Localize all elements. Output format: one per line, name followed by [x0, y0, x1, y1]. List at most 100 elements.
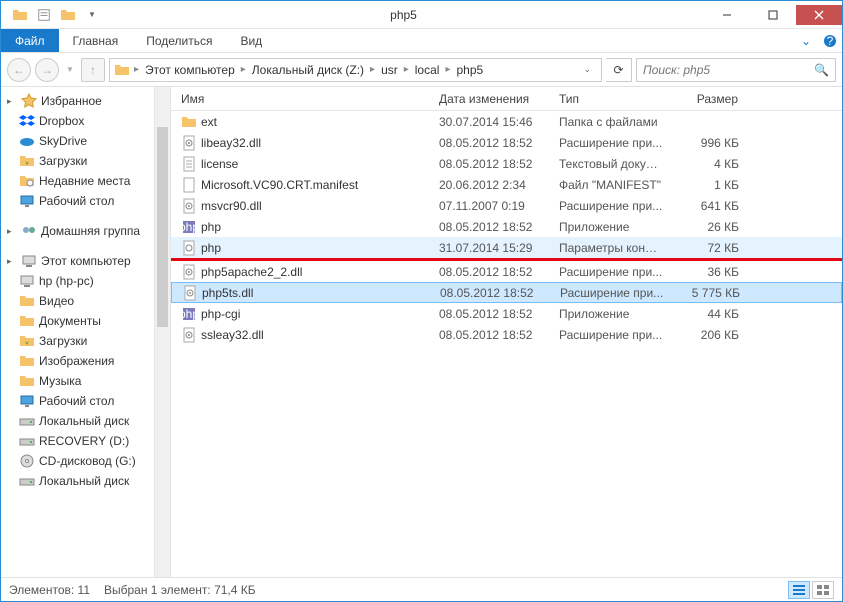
pc-icon [21, 253, 37, 269]
breadcrumb[interactable]: Этот компьютер [141, 63, 239, 77]
search-input[interactable] [643, 63, 814, 77]
ribbon-collapse-icon[interactable]: ⌄ [794, 29, 818, 52]
php-icon: php [181, 306, 197, 322]
address-bar[interactable]: ▸ Этот компьютер ▸ Локальный диск (Z:) ▸… [109, 58, 602, 82]
nav-label: Dropbox [39, 114, 84, 128]
file-size: 641 КБ [671, 199, 747, 213]
expand-icon[interactable]: ▸ [7, 226, 17, 237]
column-date[interactable]: Дата изменения [431, 92, 551, 106]
back-button[interactable]: ← [7, 58, 31, 82]
thumbnails-view-icon[interactable] [812, 581, 834, 599]
title-bar: ▼ php5 [1, 1, 842, 29]
details-view-icon[interactable] [788, 581, 810, 599]
column-size[interactable]: Размер [671, 92, 747, 106]
nav-label: Загрузки [39, 334, 87, 348]
nav-item[interactable]: Документы [1, 311, 170, 331]
file-type: Расширение при... [552, 286, 672, 300]
up-button[interactable]: ↑ [81, 58, 105, 82]
file-name: php [201, 241, 221, 255]
breadcrumb[interactable]: php5 [452, 63, 487, 77]
breadcrumb[interactable]: local [411, 63, 444, 77]
new-folder-icon[interactable] [57, 4, 79, 26]
nav-label: CD-дисковод (G:) [39, 454, 136, 468]
file-row[interactable]: msvcr90.dll07.11.2007 0:19Расширение при… [171, 195, 842, 216]
file-list-pane: Имя Дата изменения Тип Размер ext30.07.2… [171, 87, 842, 578]
navigation-pane: ▸ИзбранноеDropboxSkyDriveЗагрузкиНедавни… [1, 87, 171, 578]
nav-item[interactable]: Dropbox [1, 111, 170, 131]
file-name: ssleay32.dll [201, 328, 264, 342]
nav-item[interactable]: Музыка [1, 371, 170, 391]
svg-text:?: ? [827, 34, 834, 48]
nav-item[interactable]: Изображения [1, 351, 170, 371]
scrollbar[interactable] [154, 87, 170, 578]
chevron-right-icon[interactable]: ▸ [132, 64, 141, 75]
chevron-right-icon[interactable]: ▸ [443, 64, 452, 75]
tab-share[interactable]: Поделиться [132, 29, 226, 52]
folder-icon [181, 114, 197, 130]
nav-label: Рабочий стол [39, 194, 114, 208]
file-name: php5apache2_2.dll [201, 265, 302, 279]
selection-info: Выбран 1 элемент: 71,4 КБ [104, 583, 256, 597]
refresh-button[interactable]: ⟳ [606, 58, 632, 82]
properties-icon[interactable] [33, 4, 55, 26]
tab-view[interactable]: Вид [226, 29, 276, 52]
file-row[interactable]: Microsoft.VC90.CRT.manifest20.06.2012 2:… [171, 174, 842, 195]
chevron-right-icon[interactable]: ▸ [239, 64, 248, 75]
file-row[interactable]: php5apache2_2.dll08.05.2012 18:52Расшире… [171, 261, 842, 282]
nav-item[interactable]: Локальный диск [1, 411, 170, 431]
ribbon-tabs: Файл Главная Поделиться Вид ⌄ ? [1, 29, 842, 53]
file-row[interactable]: php31.07.2014 15:29Параметры конф...72 К… [171, 237, 842, 258]
nav-group-header[interactable]: ▸Домашняя группа [1, 221, 170, 241]
nav-item[interactable]: SkyDrive [1, 131, 170, 151]
nav-group-header[interactable]: ▸ Этот компьютер [1, 251, 170, 271]
nav-item[interactable]: hp (hp-pc) [1, 271, 170, 291]
qat-dropdown-icon[interactable]: ▼ [81, 4, 103, 26]
tab-file[interactable]: Файл [1, 29, 59, 52]
nav-item[interactable]: Рабочий стол [1, 391, 170, 411]
column-type[interactable]: Тип [551, 92, 671, 106]
nav-item[interactable]: RECOVERY (D:) [1, 431, 170, 451]
breadcrumb[interactable]: Локальный диск (Z:) [248, 63, 368, 77]
drive-icon [19, 413, 35, 429]
maximize-button[interactable] [750, 5, 796, 25]
nav-item[interactable]: Видео [1, 291, 170, 311]
video-icon [19, 293, 35, 309]
file-row[interactable]: license08.05.2012 18:52Текстовый докум..… [171, 153, 842, 174]
help-icon[interactable]: ? [818, 29, 842, 52]
file-row[interactable]: phpphp08.05.2012 18:52Приложение26 КБ [171, 216, 842, 237]
file-row[interactable]: ssleay32.dll08.05.2012 18:52Расширение п… [171, 324, 842, 345]
expand-icon[interactable]: ▸ [7, 256, 17, 267]
file-name: license [201, 157, 238, 171]
file-row[interactable]: phpphp-cgi08.05.2012 18:52Приложение44 К… [171, 303, 842, 324]
nav-item[interactable]: CD-дисковод (G:) [1, 451, 170, 471]
nav-item[interactable]: Недавние места [1, 171, 170, 191]
minimize-button[interactable] [704, 5, 750, 25]
dll-icon [181, 198, 197, 214]
tab-home[interactable]: Главная [59, 29, 133, 52]
nav-item[interactable]: Загрузки [1, 331, 170, 351]
close-button[interactable] [796, 5, 842, 25]
chevron-right-icon[interactable]: ▸ [368, 64, 377, 75]
nav-label: Этот компьютер [41, 254, 131, 268]
file-row[interactable]: php5ts.dll08.05.2012 18:52Расширение при… [171, 282, 842, 303]
file-row[interactable]: libeay32.dll08.05.2012 18:52Расширение п… [171, 132, 842, 153]
breadcrumb[interactable]: usr [377, 63, 402, 77]
expand-icon[interactable]: ▸ [7, 96, 17, 107]
chevron-right-icon[interactable]: ▸ [402, 64, 411, 75]
file-type: Текстовый докум... [551, 157, 671, 171]
column-name[interactable]: Имя [171, 92, 431, 106]
nav-item[interactable]: Загрузки [1, 151, 170, 171]
file-date: 08.05.2012 18:52 [431, 220, 551, 234]
address-dropdown-icon[interactable]: ⌄ [577, 64, 597, 75]
scroll-thumb[interactable] [157, 127, 168, 327]
search-icon[interactable]: 🔍 [814, 63, 829, 77]
search-box[interactable]: 🔍 [636, 58, 836, 82]
file-row[interactable]: ext30.07.2014 15:46Папка с файлами [171, 111, 842, 132]
nav-group-header[interactable]: ▸Избранное [1, 91, 170, 111]
forward-button[interactable]: → [35, 58, 59, 82]
dll-icon [181, 327, 197, 343]
nav-item[interactable]: Локальный диск [1, 471, 170, 491]
nav-label: Документы [39, 314, 101, 328]
history-dropdown-icon[interactable]: ▼ [63, 58, 77, 82]
nav-item[interactable]: Рабочий стол [1, 191, 170, 211]
